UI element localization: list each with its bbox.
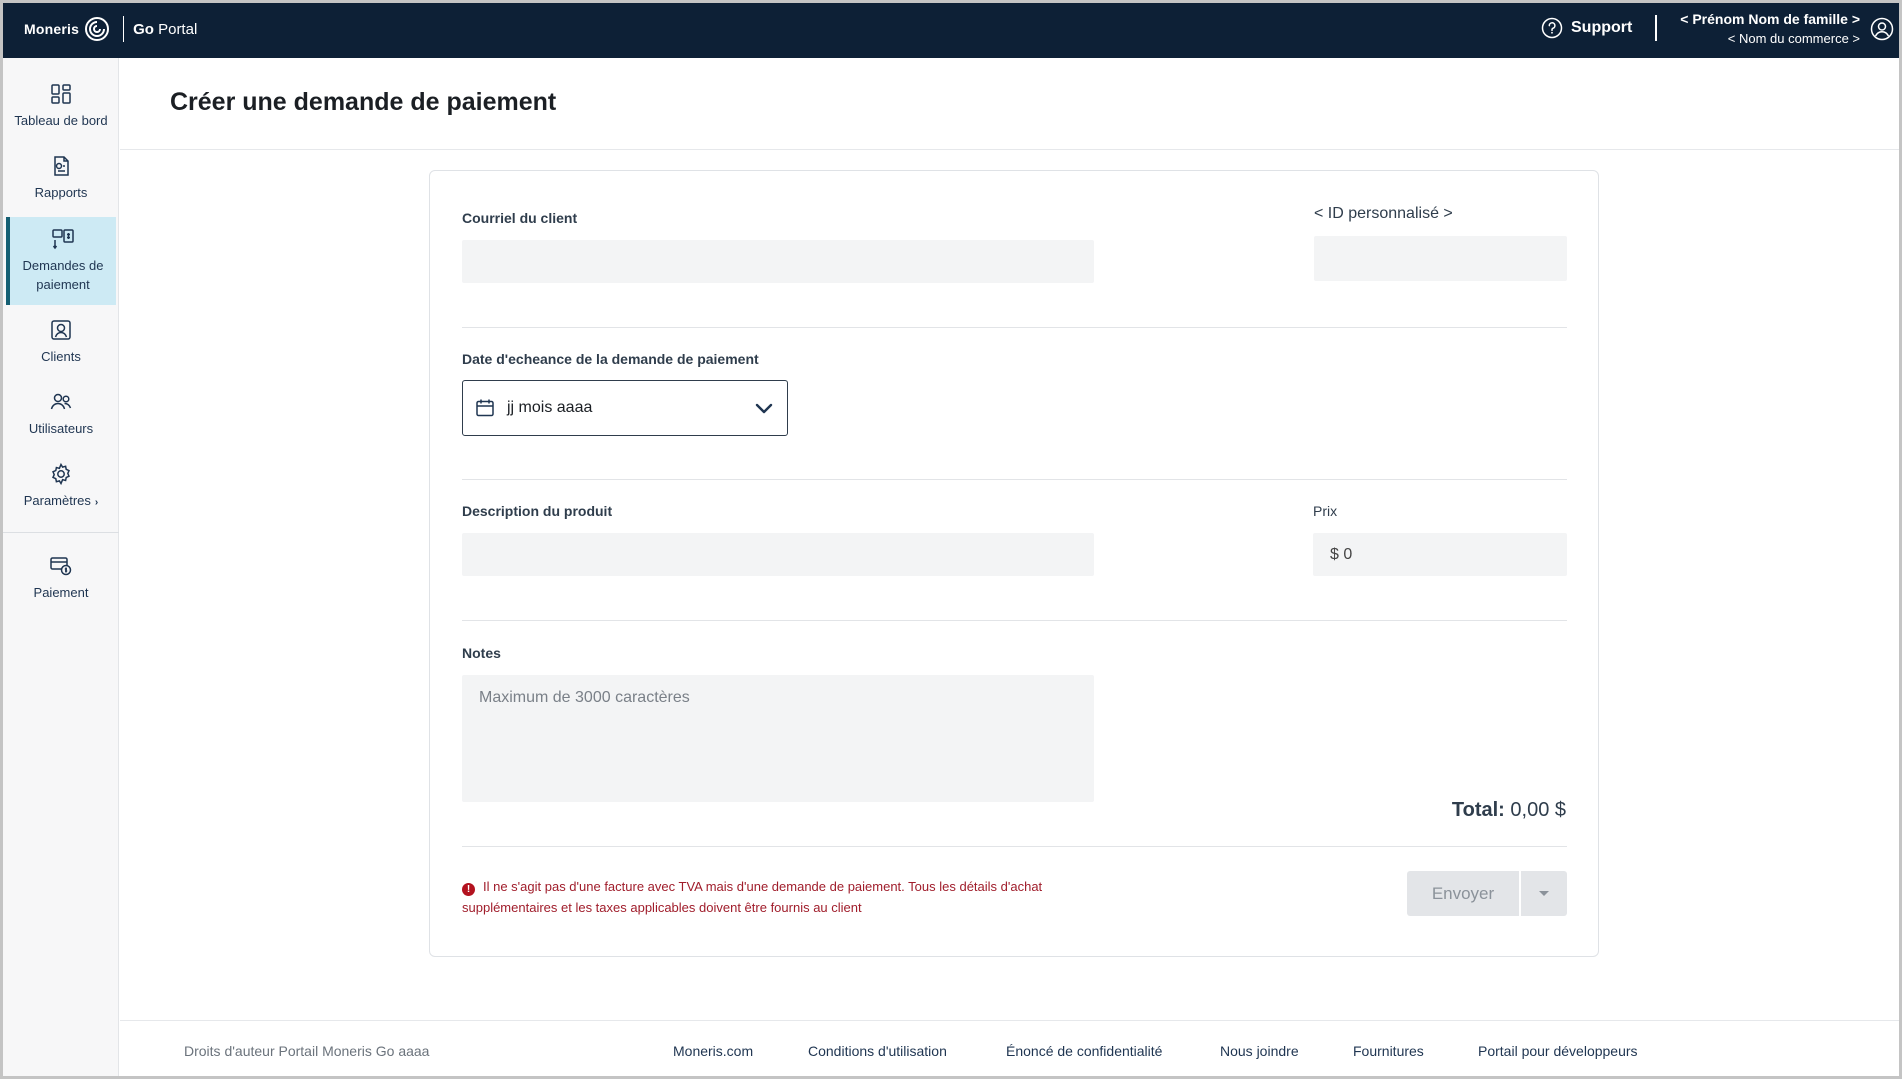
payment-icon	[50, 557, 72, 576]
chevron-right-icon: ›	[94, 497, 99, 508]
divider	[462, 327, 1567, 328]
divider	[462, 846, 1567, 847]
clients-icon	[51, 320, 71, 340]
sidebar-item-dashboard[interactable]: Tableau de bord	[6, 82, 116, 138]
price-value: $ 0	[1330, 545, 1353, 563]
sidebar-item-label-wrap: Paramètres ›	[23, 493, 99, 508]
due-date-label: Date d'echeance de la demande de paiemen…	[462, 351, 759, 367]
sidebar: Tableau de bord Rapports Demandes de pai…	[3, 58, 119, 1076]
custom-id-label: < ID personnalisé >	[1314, 205, 1453, 222]
chevron-down-icon	[755, 403, 773, 414]
price-label: Prix	[1313, 503, 1338, 519]
brand-logo[interactable]: Moneris Go Portal	[24, 14, 197, 44]
product-name: Go Portal	[133, 20, 198, 38]
sidebar-item-label: Rapports	[34, 185, 88, 200]
dashboard-icon	[51, 84, 71, 104]
footer-link-privacy[interactable]: Énoncé de confidentialité	[1006, 1043, 1162, 1059]
support-label: Support	[1571, 19, 1633, 36]
caret-down-icon	[1539, 891, 1549, 896]
top-bar: Moneris Go Portal Support < Prénom Nom d…	[0, 0, 1902, 58]
error-icon: !	[462, 883, 475, 896]
sidebar-item-label: Demandes de paiement	[22, 258, 104, 292]
divider	[462, 479, 1567, 480]
footer-link-supplies[interactable]: Fournitures	[1353, 1043, 1424, 1059]
price-input[interactable]: $ 0	[1313, 533, 1567, 576]
payment-requests-icon	[52, 229, 74, 250]
sidebar-item-label: Clients	[41, 349, 81, 364]
page-header: Créer une demande de paiement	[120, 58, 1899, 150]
business-name: < Nom du commerce >	[1727, 31, 1860, 46]
sidebar-item-label: Tableau de bord	[14, 113, 108, 128]
users-icon	[50, 393, 72, 410]
payment-request-form: Courriel du client < ID personnalisé > D…	[429, 170, 1599, 957]
gear-icon	[52, 462, 70, 486]
custom-id-input[interactable]	[1314, 236, 1567, 281]
footer-link-contact[interactable]: Nous joindre	[1220, 1043, 1299, 1059]
calendar-icon	[476, 399, 494, 417]
client-email-input[interactable]	[462, 240, 1094, 283]
page-title: Créer une demande de paiement	[170, 88, 557, 116]
sidebar-item-payment[interactable]: Paiement	[6, 554, 116, 610]
due-date-picker[interactable]: jj mois aaaa	[462, 380, 788, 436]
sidebar-item-users[interactable]: Utilisateurs	[6, 390, 116, 446]
total-value: 0,00 $	[1510, 799, 1566, 821]
topbar-divider	[1655, 15, 1657, 41]
moneris-swirl-icon	[85, 17, 110, 41]
user-menu[interactable]: < Prénom Nom de famille > < Nom du comme…	[1680, 9, 1860, 49]
footer-link-developers[interactable]: Portail pour développeurs	[1478, 1043, 1638, 1059]
total-amount: Total: 0,00 $	[1451, 799, 1566, 821]
product-description-input[interactable]	[462, 533, 1094, 576]
brand-name: Moneris	[24, 21, 80, 37]
sidebar-item-label: Paiement	[33, 585, 89, 600]
user-avatar-icon[interactable]	[1870, 17, 1894, 41]
copyright: Droits d'auteur Portail Moneris Go aaaa	[184, 1043, 430, 1059]
warning-text: Il ne s'agit pas d'une facture avec TVA …	[462, 879, 1043, 915]
send-button[interactable]: Envoyer	[1407, 871, 1519, 916]
help-icon	[1541, 17, 1563, 39]
sidebar-item-clients[interactable]: Clients	[6, 318, 116, 374]
support-link[interactable]: Support	[1541, 17, 1632, 39]
send-options-button[interactable]	[1521, 871, 1567, 916]
notes-label: Notes	[462, 645, 501, 661]
notes-textarea[interactable]	[462, 675, 1094, 802]
sidebar-item-reports[interactable]: Rapports	[6, 154, 116, 210]
brand-separator	[123, 16, 125, 42]
reports-icon	[54, 156, 69, 176]
footer: Droits d'auteur Portail Moneris Go aaaa …	[120, 1020, 1899, 1076]
divider	[462, 620, 1567, 621]
footer-link-terms[interactable]: Conditions d'utilisation	[808, 1043, 947, 1059]
email-label: Courriel du client	[462, 210, 578, 226]
sidebar-item-settings[interactable]: Paramètres ›	[6, 462, 116, 518]
due-date-value: jj mois aaaa	[507, 399, 593, 416]
description-label: Description du produit	[462, 503, 613, 519]
sidebar-item-payment-requests[interactable]: Demandes de paiement	[6, 217, 116, 305]
sidebar-divider	[3, 532, 119, 533]
vat-warning: ! Il ne s'agit pas d'une facture avec TVA…	[462, 876, 1062, 918]
sidebar-item-label: Utilisateurs	[28, 421, 94, 436]
footer-link-moneris[interactable]: Moneris.com	[673, 1043, 753, 1059]
user-name: < Prénom Nom de famille >	[1680, 11, 1860, 27]
